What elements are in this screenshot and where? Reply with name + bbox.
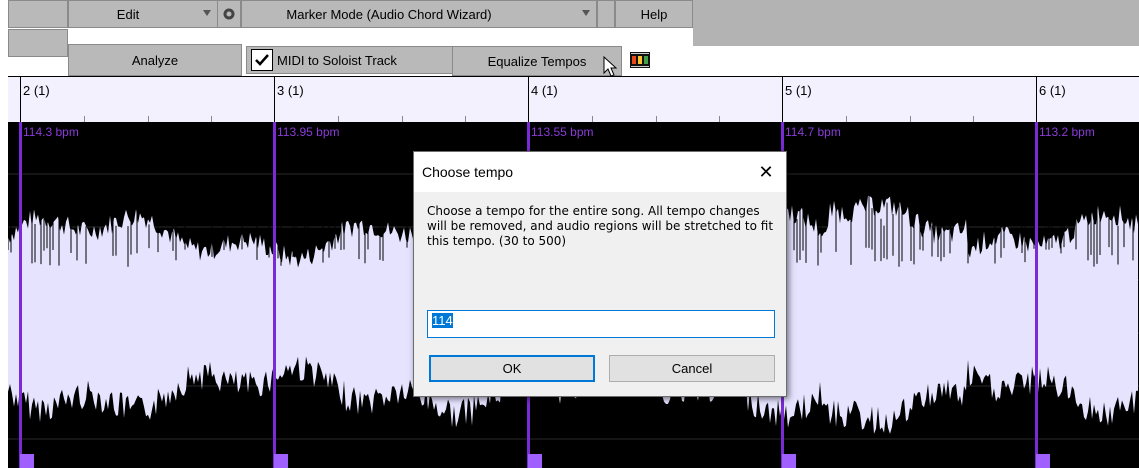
bar-label: 3 (1) [277, 83, 304, 98]
help-button[interactable]: Help [615, 0, 693, 28]
bar-label: 5 (1) [785, 83, 812, 98]
midi-to-soloist-checkbox[interactable] [251, 49, 273, 71]
ok-button[interactable]: OK [429, 355, 595, 382]
midi-to-soloist-option[interactable]: MIDI to Soloist Track [246, 46, 456, 74]
analyze-label: Analyze [131, 52, 179, 68]
dialog-title: Choose tempo [422, 164, 514, 180]
tempo-label: 114.3 bpm [23, 125, 79, 139]
mouse-cursor-icon [603, 56, 618, 77]
cancel-button[interactable]: Cancel [609, 355, 775, 382]
dialog-title-bar[interactable]: Choose tempo [414, 152, 786, 192]
tempo-label: 113.95 bpm [277, 125, 340, 139]
choose-tempo-dialog: Choose tempo ✕ Choose a tempo for the en… [413, 151, 787, 397]
equalize-tempos-label: Equalize Tempos [487, 53, 587, 69]
marker-handle[interactable] [20, 454, 34, 468]
bar-label: 4 (1) [531, 83, 558, 98]
cancel-label: Cancel [671, 361, 713, 376]
tempo-label: 113.2 bpm [1039, 125, 1095, 139]
marker-handle[interactable] [782, 454, 796, 468]
edit-label: Edit [116, 6, 140, 22]
toolbar: Edit Marker Mode (Audio Chord Wizard) He… [8, 0, 1139, 77]
analyze-button[interactable]: Analyze [68, 44, 242, 76]
tempo-label: 114.7 bpm [785, 125, 841, 139]
bar-line [1036, 77, 1037, 123]
dropdown-separator [597, 0, 615, 28]
marker-handle[interactable] [528, 454, 542, 468]
bar-line [20, 77, 21, 123]
bar-line [274, 77, 275, 123]
bar-line [782, 77, 783, 123]
marker-mode-label: Marker Mode (Audio Chord Wizard) [286, 6, 492, 22]
toolbar-empty-area [693, 0, 1139, 46]
chevron-down-icon [582, 10, 590, 16]
gear-icon[interactable] [217, 0, 241, 28]
tempo-marker[interactable] [1035, 122, 1038, 468]
timeline-ruler[interactable]: 2 (1) 3 (1) 4 (1) 5 (1) 6 (1) [8, 76, 1139, 123]
app-window: Edit Marker Mode (Audio Chord Wizard) He… [0, 0, 1139, 468]
equalize-tempos-button[interactable]: Equalize Tempos [452, 46, 622, 77]
dialog-message: Choose a tempo for the entire song. All … [427, 204, 774, 248]
bar-line [528, 77, 529, 123]
bar-label: 6 (1) [1039, 83, 1066, 98]
tempo-marker[interactable] [273, 122, 276, 468]
midi-to-soloist-label: MIDI to Soloist Track [277, 53, 397, 68]
edit-menu-button[interactable]: Edit [68, 0, 218, 28]
bar-label: 2 (1) [23, 83, 50, 98]
toolbar-blank-button-2[interactable] [8, 29, 68, 57]
help-label: Help [640, 6, 668, 22]
marker-mode-dropdown[interactable]: Marker Mode (Audio Chord Wizard) [241, 0, 597, 28]
tempo-marker[interactable] [19, 122, 22, 468]
ok-label: OK [502, 361, 522, 376]
chevron-down-icon [203, 10, 211, 16]
marker-handle[interactable] [274, 454, 288, 468]
marker-handle[interactable] [1036, 454, 1050, 468]
tempo-input[interactable]: 114 [427, 310, 775, 338]
film-strip-icon[interactable] [624, 46, 656, 74]
tempo-input-value: 114 [432, 313, 453, 328]
close-icon[interactable]: ✕ [754, 160, 778, 184]
toolbar-blank-button[interactable] [8, 0, 68, 28]
tempo-label: 113.55 bpm [531, 125, 594, 139]
